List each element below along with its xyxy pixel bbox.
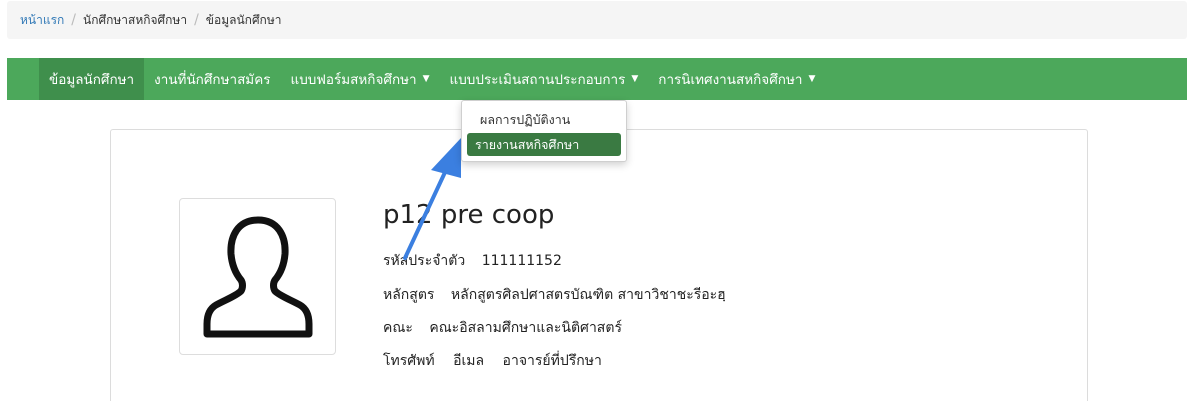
advisor-label: อาจารย์ที่ปรึกษา <box>502 353 602 369</box>
nav-student-info-label: ข้อมูลนักศึกษา <box>49 72 135 88</box>
breadcrumb-separator: / <box>71 12 77 28</box>
dropdown-item-coop-report[interactable]: รายงานสหกิจศึกษา <box>467 133 621 156</box>
nav-student-info[interactable]: ข้อมูลนักศึกษา <box>39 58 145 100</box>
breadcrumb: หน้าแรก / นักศึกษาสหกิจศึกษา / ข้อมูลนัก… <box>7 1 1187 39</box>
nav-workplace-evaluation-label: แบบประเมินสถานประกอบการ <box>449 72 626 88</box>
caret-down-icon: ▼ <box>631 74 639 84</box>
program-value: หลักสูตรศิลปศาสตรบัณฑิต สาขาวิชาชะรีอะฮฺ <box>450 287 726 303</box>
coop-forms-dropdown-menu: ผลการปฏิบัติงาน รายงานสหกิจศึกษา <box>461 100 627 162</box>
profile-avatar <box>179 198 336 355</box>
student-id-label: รหัสประจำตัว <box>383 253 466 269</box>
nav-coop-forms-label: แบบฟอร์มสหกิจศึกษา <box>290 72 417 88</box>
nav-workplace-evaluation-dropdown[interactable]: แบบประเมินสถานประกอบการ ▼ <box>440 58 649 100</box>
faculty-row: คณะ คณะอิสลามศึกษาและนิติศาสตร์ <box>383 317 622 339</box>
caret-down-icon: ▼ <box>808 74 816 84</box>
nav-supervision-dropdown[interactable]: การนิเทศงานสหกิจศึกษา ▼ <box>648 58 825 100</box>
main-navbar: ข้อมูลนักศึกษา งานที่นักศึกษาสมัคร แบบฟอ… <box>7 58 1187 100</box>
nav-applied-jobs-label: งานที่นักศึกษาสมัคร <box>154 72 271 88</box>
program-label: หลักสูตร <box>383 287 435 303</box>
breadcrumb-section: นักศึกษาสหกิจศึกษา <box>83 12 188 27</box>
nav-coop-forms-dropdown[interactable]: แบบฟอร์มสหกิจศึกษา ▼ <box>281 58 440 100</box>
nav-supervision-label: การนิเทศงานสหกิจศึกษา <box>658 72 803 88</box>
phone-label: โทรศัพท์ <box>383 353 435 369</box>
breadcrumb-current: ข้อมูลนักศึกษา <box>205 12 282 27</box>
faculty-label: คณะ <box>383 320 413 336</box>
student-id-value: 111111152 <box>481 253 562 269</box>
user-silhouette-icon <box>203 216 312 338</box>
breadcrumb-separator: / <box>194 12 199 28</box>
program-row: หลักสูตร หลักสูตรศิลปศาสตรบัณฑิต สาขาวิช… <box>383 284 726 306</box>
student-id-row: รหัสประจำตัว 111111152 <box>383 250 562 272</box>
faculty-value: คณะอิสลามศึกษาและนิติศาสตร์ <box>429 320 622 336</box>
caret-down-icon: ▼ <box>422 74 430 84</box>
email-label: อีเมล <box>453 353 485 369</box>
contact-row: โทรศัพท์ อีเมล อาจารย์ที่ปรึกษา <box>383 350 602 372</box>
breadcrumb-home-link[interactable]: หน้าแรก <box>20 11 64 30</box>
student-name: p12 pre coop <box>383 200 555 230</box>
dropdown-item-work-results[interactable]: ผลการปฏิบัติงาน <box>467 108 621 131</box>
nav-applied-jobs[interactable]: งานที่นักศึกษาสมัคร <box>144 58 280 100</box>
